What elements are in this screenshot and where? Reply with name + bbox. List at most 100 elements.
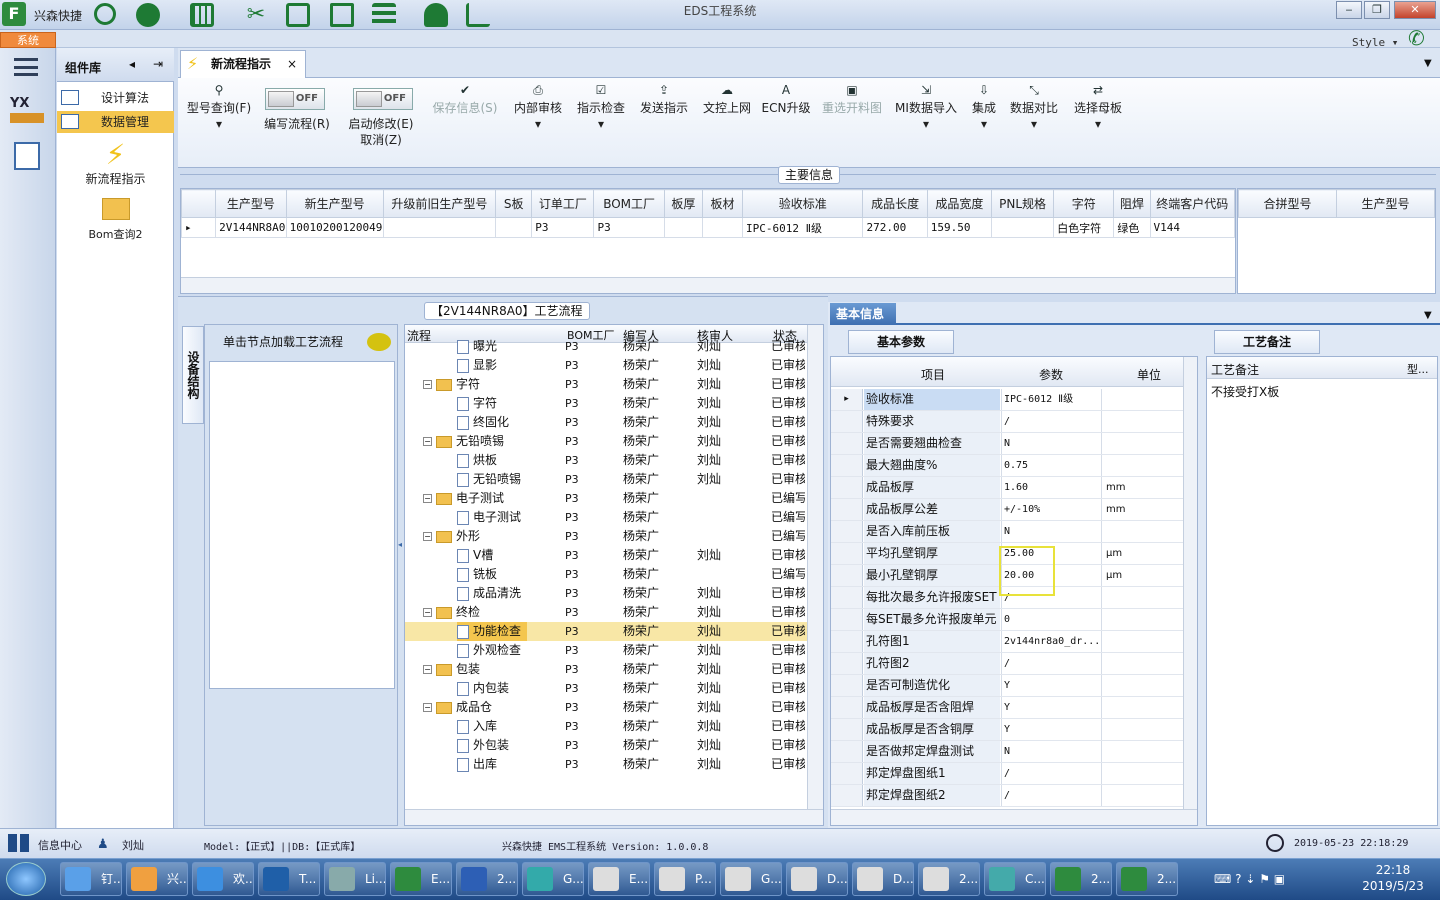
panel-dropdown-icon[interactable]: ▼ — [1424, 310, 1432, 321]
param-row[interactable]: 是否需要翘曲检查 N — [831, 433, 1183, 455]
tray-icons[interactable]: ⌨ ? ⇣ ⚑ ▣ — [1214, 872, 1285, 886]
main-info-cell[interactable]: IPC-6012 Ⅱ级 — [742, 217, 864, 238]
param-value[interactable]: N — [1001, 433, 1101, 454]
param-row[interactable]: 是否入库前压板 N — [831, 521, 1183, 543]
param-value[interactable]: / — [1001, 411, 1101, 432]
process-hscrollbar[interactable] — [405, 809, 823, 825]
comp-item-design-algorithm[interactable]: 设计算法 — [57, 87, 174, 109]
process-tree-row[interactable]: 出库 P3 杨荣广 刘灿 已审核 — [405, 755, 807, 774]
main-info-cell[interactable]: 2V144NR8A0 — [215, 217, 287, 238]
minimize-button[interactable]: ‒ — [1336, 1, 1362, 19]
select-motherboard-button[interactable]: ⇄ 选择母板 ▾ — [1068, 82, 1128, 132]
param-row[interactable]: 孔符图2/ — [831, 653, 1183, 675]
col-header[interactable]: 字符 — [1053, 189, 1115, 218]
main-info-cell[interactable]: 159.50 — [926, 217, 992, 238]
col-header[interactable]: 订单工厂 — [531, 189, 595, 218]
param-value[interactable]: 0 — [1001, 609, 1101, 630]
main-info-cell[interactable] — [990, 217, 1055, 238]
bom-query-item[interactable]: Bom查询2 — [57, 198, 174, 242]
taskbar-button[interactable]: 2... — [1050, 862, 1112, 896]
taskbar-button[interactable]: P... — [654, 862, 716, 896]
data-compare-button[interactable]: ⤡ 数据对比 ▾ — [1008, 82, 1060, 132]
side-tab-equipment[interactable]: 设备结构 — [182, 326, 204, 424]
taskbar-button[interactable]: Li... — [324, 862, 386, 896]
param-row[interactable]: 成品板厚是否含铜厚 Y — [831, 719, 1183, 741]
param-value[interactable]: N — [1001, 741, 1101, 762]
param-row[interactable]: 最大翘曲度% 0.75 — [831, 455, 1183, 477]
maximize-button[interactable]: ❐ — [1364, 1, 1390, 19]
param-row[interactable]: 成品板厚是否含阻焊 Y — [831, 697, 1183, 719]
col-header[interactable]: S板 — [495, 189, 533, 218]
param-value[interactable]: Y — [1001, 719, 1101, 740]
main-info-cell[interactable]: 白色字符 — [1053, 217, 1115, 238]
pin-icon[interactable]: ⇥ — [153, 57, 163, 71]
col-header[interactable]: 升级前旧生产型号 — [382, 189, 497, 218]
col-header[interactable]: BOM工厂 — [593, 189, 665, 218]
col-header[interactable]: 成品长度 — [862, 189, 928, 218]
taskbar-button[interactable]: G... — [522, 862, 584, 896]
param-row[interactable]: 邦定焊盘图纸1/ — [831, 763, 1183, 785]
col-header[interactable]: 验收标准 — [742, 189, 864, 218]
process-tree-row[interactable]: 曝光 P3 杨荣广 刘灿 已审核 — [405, 337, 807, 356]
param-row[interactable]: 每SET最多允许报废单元 0 — [831, 609, 1183, 631]
col-header-model[interactable]: 型... — [1407, 361, 1429, 377]
main-info-cell[interactable]: 272.00 — [862, 217, 928, 238]
process-tree-row[interactable]: 成品清洗 P3 杨荣广 刘灿 已审核 — [405, 584, 807, 603]
process-tree-row[interactable]: − 终检 P3 杨荣广 刘灿 已审核 — [405, 603, 807, 622]
taskbar-button[interactable]: T... — [258, 862, 320, 896]
instruction-check-button[interactable]: ☑ 指示检查 ▾ — [574, 82, 628, 132]
reselect-cutting-button[interactable]: ▣ 重选开料图 — [818, 82, 886, 116]
main-info-cell[interactable] — [382, 217, 497, 238]
process-vscrollbar[interactable] — [807, 325, 823, 809]
internal-review-button[interactable]: ⎙ 内部审核 ▾ — [510, 82, 566, 132]
taskbar-button[interactable]: 2... — [456, 862, 518, 896]
param-row[interactable]: ▸ 验收标准 IPC-6012 Ⅱ级 — [831, 389, 1183, 411]
process-tree-row[interactable]: V槽 P3 杨荣广 刘灿 已审核 — [405, 546, 807, 565]
param-value[interactable]: 2v144nr8a0_dr... — [1001, 631, 1101, 652]
basic-params-hscrollbar[interactable] — [831, 809, 1197, 825]
new-process-item[interactable]: ⚡ 新流程指示 — [57, 140, 174, 187]
col-header[interactable]: 新生产型号 — [285, 189, 384, 218]
factory-icon[interactable]: YX — [10, 96, 44, 126]
col-header-unit[interactable]: 单位 — [1137, 366, 1161, 383]
param-row[interactable]: 成品板厚 1.60 mm — [831, 477, 1183, 499]
col-header-param[interactable]: 参数 — [1039, 366, 1063, 383]
comp-item-data-management[interactable]: 数据管理 — [57, 111, 174, 133]
process-tree-row[interactable]: 功能检查 P3 杨荣广 刘灿 已审核 — [405, 622, 807, 641]
col-header[interactable]: 板材 — [701, 189, 744, 218]
taskbar-button[interactable]: D... — [786, 862, 848, 896]
col-header[interactable]: PNL规格 — [990, 189, 1055, 218]
process-tree-row[interactable]: − 字符 P3 杨荣广 刘灿 已审核 — [405, 375, 807, 394]
param-value[interactable]: Y — [1001, 697, 1101, 718]
taskbar-button[interactable]: D... — [852, 862, 914, 896]
main-info-cell[interactable] — [701, 217, 744, 238]
info-center-label[interactable]: 信息中心 — [38, 837, 82, 853]
tab-new-process[interactable]: ⚡ 新流程指示 × — [180, 50, 306, 78]
process-tree-row[interactable]: 无铅喷锡 P3 杨荣广 刘灿 已审核 — [405, 470, 807, 489]
process-tree-row[interactable]: 铣板 P3 杨荣广 已编写 — [405, 565, 807, 584]
taskbar-button[interactable]: 兴... — [126, 862, 188, 896]
main-info-hscrollbar[interactable] — [181, 277, 1235, 293]
expander-icon[interactable]: − — [423, 665, 432, 674]
param-row[interactable]: 是否可制造优化 Y — [831, 675, 1183, 697]
calendar-icon[interactable] — [14, 142, 40, 170]
hamburger-menu-icon[interactable] — [14, 58, 38, 76]
expander-icon[interactable]: − — [423, 532, 432, 541]
process-tree-row[interactable]: 外包装 P3 杨荣广 刘灿 已审核 — [405, 736, 807, 755]
param-value[interactable]: / — [1001, 763, 1101, 784]
expander-icon[interactable]: − — [423, 437, 432, 446]
param-value[interactable]: / — [1001, 785, 1101, 806]
taskbar-button[interactable]: 欢... — [192, 862, 254, 896]
col-header-craft-note[interactable]: 工艺备注 — [1211, 361, 1259, 378]
send-instruction-button[interactable]: ⇪ 发送指示 — [636, 82, 692, 116]
param-row[interactable]: 邦定焊盘图纸2/ — [831, 785, 1183, 807]
main-info-cell[interactable]: P3 — [593, 217, 665, 238]
process-tree-row[interactable]: 外观检查 P3 杨荣广 刘灿 已审核 — [405, 641, 807, 660]
expander-icon[interactable]: − — [423, 380, 432, 389]
expander-icon[interactable]: − — [423, 494, 432, 503]
close-tab-icon[interactable]: × — [287, 51, 297, 77]
taskbar-button[interactable]: 2... — [1116, 862, 1178, 896]
taskbar-button[interactable]: G... — [720, 862, 782, 896]
main-info-cell[interactable] — [495, 217, 533, 238]
taskbar-button[interactable]: E... — [390, 862, 452, 896]
